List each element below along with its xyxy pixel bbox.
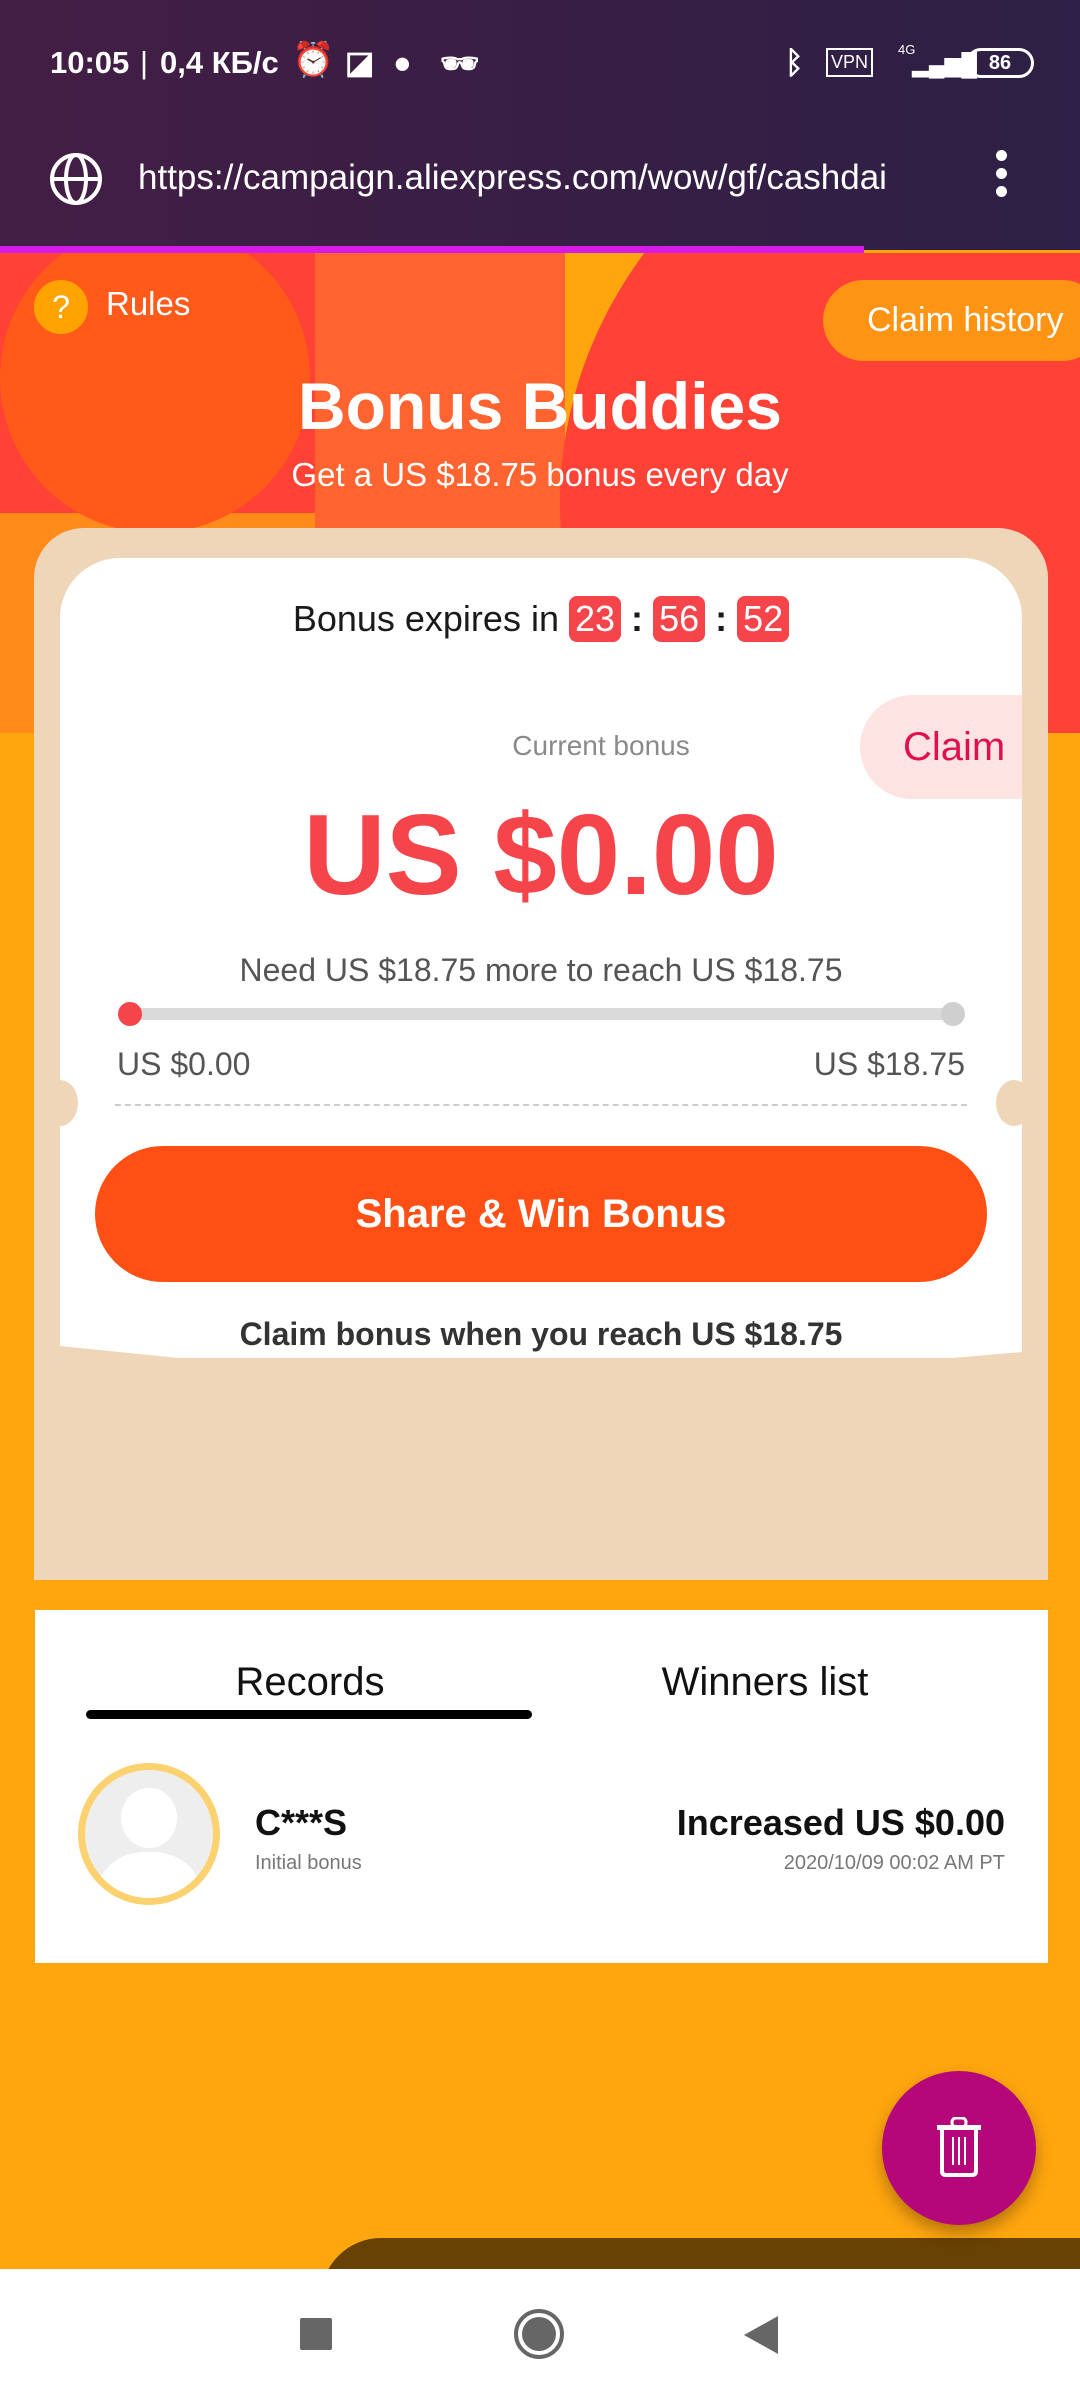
globe-icon[interactable] — [48, 151, 104, 207]
back-button[interactable] — [742, 2316, 778, 2354]
progress-end-marker — [941, 1002, 965, 1026]
trash-icon — [937, 2117, 981, 2177]
vpn-badge: VPN — [826, 48, 874, 77]
status-speed: 0,4 КБ/с — [160, 45, 279, 80]
home-button[interactable] — [514, 2309, 564, 2359]
record-amount: Increased US $0.00 — [676, 1802, 1005, 1843]
expires-label: Bonus expires in — [292, 598, 559, 639]
avatar — [78, 1763, 220, 1905]
card-notch-left — [42, 1080, 78, 1126]
bluetooth-icon: ᛒ — [785, 45, 804, 80]
record-time: 2020/10/09 00:02 AM PT — [783, 1852, 1005, 1874]
notification-icon: ◪ — [345, 45, 375, 80]
page-load-progress — [0, 246, 864, 253]
rules-icon[interactable]: ? — [34, 280, 88, 334]
browser-top-bar: 10:05 | 0,4 КБ/с ⏰ ◪ ● 🕶 ᛒ VPN 4G ▂▄▆█ 8… — [0, 0, 1080, 253]
url-field[interactable]: https://campaign.aliexpress.com/wow/gf/c… — [138, 158, 913, 198]
delete-fab[interactable] — [882, 2071, 1036, 2225]
overflow-menu-icon[interactable] — [996, 150, 1008, 197]
claim-history-button[interactable]: Claim history — [823, 280, 1080, 361]
page-subtitle: Get a US $18.75 bonus every day — [291, 456, 789, 493]
divider — [115, 1104, 967, 1106]
incognito-icon: 🕶 — [440, 46, 480, 81]
system-nav-bar — [0, 2269, 1080, 2400]
battery-icon: 86 — [966, 48, 1034, 78]
record-desc: Initial bonus — [255, 1852, 362, 1874]
rules-link[interactable]: Rules — [106, 285, 190, 323]
timer-seconds: 52 — [737, 596, 790, 642]
bonus-progress-bar — [118, 1002, 965, 1026]
alarm-icon: ⏰ — [292, 41, 335, 79]
firefox-icon: ● — [393, 45, 412, 80]
timer-minutes: 56 — [653, 596, 706, 642]
need-more-text: Need US $18.75 more to reach US $18.75 — [239, 952, 843, 988]
expires-row: Bonus expires in 23 : 56 : 52 — [60, 596, 1022, 642]
status-time: 10:05 — [50, 45, 130, 80]
progress-min-label: US $0.00 — [117, 1046, 251, 1082]
record-name: C***S — [255, 1802, 348, 1843]
card-notch-right — [996, 1080, 1032, 1126]
bonus-card-inner: Bonus expires in 23 : 56 : 52 Claim Curr… — [60, 558, 1022, 1358]
progress-max-label: US $18.75 — [813, 1046, 965, 1082]
share-win-button[interactable]: Share & Win Bonus — [95, 1146, 987, 1282]
tab-records[interactable]: Records — [35, 1660, 585, 1705]
progress-marker — [118, 1002, 142, 1026]
current-bonus-label: Current bonus — [512, 730, 690, 761]
tab-winners-list[interactable]: Winners list — [535, 1660, 1035, 1705]
records-panel: Records Winners list C***S Initial bonus… — [35, 1610, 1048, 1963]
recents-button[interactable] — [300, 2318, 332, 2350]
envelope-flap — [34, 1346, 1048, 1580]
page-title: Bonus Buddies — [297, 369, 782, 443]
current-bonus-value: US $0.00 — [303, 792, 779, 919]
timer-hours: 23 — [568, 596, 622, 642]
tab-active-underline — [86, 1710, 532, 1719]
